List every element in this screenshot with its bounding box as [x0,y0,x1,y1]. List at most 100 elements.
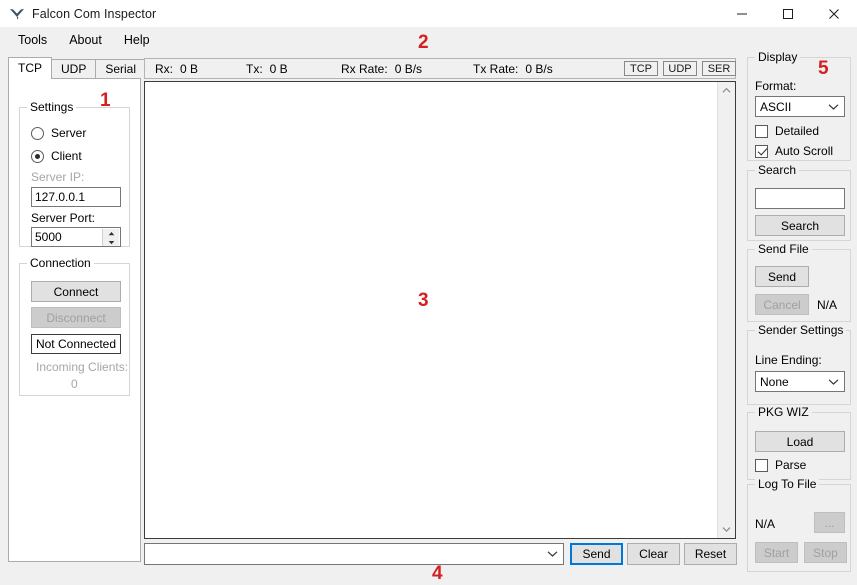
parse-checkbox[interactable]: Parse [755,458,806,472]
line-ending-label: Line Ending: [755,353,822,367]
window-title: Falcon Com Inspector [32,6,157,21]
maximize-button[interactable] [765,0,811,27]
line-ending-select[interactable]: None [755,371,845,392]
scroll-down-icon[interactable] [718,521,735,538]
format-select-value: ASCII [760,99,792,114]
connect-button[interactable]: Connect [31,281,121,302]
protocol-indicator-tcp: TCP [624,61,658,76]
log-file-path: N/A [755,517,776,531]
parse-checkbox-indicator [755,458,768,472]
radio-server-indicator [31,126,44,140]
server-port-input[interactable]: 5000 [31,227,121,247]
menu-item-tools[interactable]: Tools [8,30,57,50]
connection-legend: Connection [27,256,94,270]
chevron-down-icon[interactable] [547,544,558,564]
pkg-wiz-load-button[interactable]: Load [755,431,845,452]
detailed-checkbox-indicator [755,124,768,138]
incoming-clients-label: Incoming Clients: [36,360,129,374]
log-stop-button: Stop [804,542,847,563]
line-ending-value: None [760,374,789,389]
title-bar: Falcon Com Inspector [0,0,857,27]
traffic-status-bar: Rx: 0 B Tx: 0 B Rx Rate: 0 B/s Tx Rate: … [144,58,736,79]
send-file-status: N/A [817,298,838,312]
stepper-down-icon[interactable] [103,238,119,246]
tx-label: Tx: [246,61,263,76]
tx-rate-value: 0 B/s [525,61,553,76]
log-to-file-legend: Log To File [755,477,820,491]
sender-settings-legend: Sender Settings [755,323,847,337]
tab-page-tcp: Settings Server Client Server IP: 127.0.… [8,78,141,562]
console-output-area[interactable] [144,81,736,539]
settings-group: Settings Server Client Server IP: 127.0.… [19,100,130,247]
protocol-indicator-udp: UDP [663,61,697,76]
disconnect-button: Disconnect [31,307,121,328]
tx-value: 0 B [269,61,288,76]
radio-client-indicator [31,149,44,163]
send-file-group: Send File Send Cancel N/A [747,242,851,322]
tab-serial[interactable]: Serial [95,59,147,79]
rx-rate: Rx Rate: 0 B/s [341,59,422,78]
stepper-up-icon[interactable] [103,229,119,238]
search-group: Search Search [747,163,851,241]
parse-label: Parse [775,458,807,472]
display-legend: Display [755,50,801,64]
format-select[interactable]: ASCII [755,96,845,117]
search-button[interactable]: Search [755,215,845,236]
server-port-stepper[interactable] [102,229,119,246]
server-port-label: Server Port: [31,211,96,225]
connection-group: Connection Connect Disconnect Not Connec… [19,256,130,396]
server-port-value: 5000 [35,230,62,244]
format-label: Format: [755,79,797,93]
radio-server-label: Server [51,126,87,140]
left-panel: TCP UDP Serial Settings Server Client Se… [8,57,147,562]
tx-rate: Tx Rate: 0 B/s [473,59,553,78]
send-button[interactable]: Send [570,543,623,565]
radio-server[interactable]: Server [31,126,86,140]
menu-item-help[interactable]: Help [114,30,160,50]
cancel-send-file-button: Cancel [755,294,809,315]
tab-tcp[interactable]: TCP [8,57,52,79]
auto-scroll-checkbox[interactable]: Auto Scroll [755,144,833,158]
display-group: Display Format: ASCII Detailed Auto Scro… [747,50,851,161]
console-vertical-scrollbar[interactable] [717,82,735,538]
browse-log-file-button[interactable]: ... [814,512,845,533]
server-ip-input[interactable]: 127.0.0.1 [31,187,121,207]
connection-status-badge: Not Connected [31,334,121,354]
send-file-legend: Send File [755,242,812,256]
falcon-logo-icon [6,3,28,25]
menu-item-about[interactable]: About [59,30,112,50]
sender-settings-group: Sender Settings Line Ending: None [747,323,851,405]
protocol-tabs: TCP UDP Serial [8,57,147,79]
chevron-down-icon[interactable] [828,97,839,116]
minimize-button[interactable] [719,0,765,27]
detailed-label: Detailed [775,124,820,138]
rx-label: Rx: [155,61,173,76]
radio-client[interactable]: Client [31,149,82,163]
server-ip-label: Server IP: [31,170,85,184]
protocol-indicator-ser: SER [702,61,736,76]
rx-value: 0 B [180,61,199,76]
search-input[interactable] [755,188,845,209]
settings-legend: Settings [27,100,77,114]
close-button[interactable] [811,0,857,27]
search-legend: Search [755,163,800,177]
scroll-up-icon[interactable] [718,82,735,99]
chevron-down-icon[interactable] [828,372,839,391]
application-window: Falcon Com Inspector Tools About Help TC… [0,0,857,585]
tab-udp[interactable]: UDP [51,59,97,79]
clear-button[interactable]: Clear [627,543,680,565]
pkg-wiz-group: PKG WIZ Load Parse [747,405,851,480]
window-controls [719,0,857,27]
detailed-checkbox[interactable]: Detailed [755,124,819,138]
log-to-file-group: Log To File N/A ... Start Stop [747,477,851,572]
auto-scroll-checkbox-indicator [755,144,768,158]
right-panel: Display Format: ASCII Detailed Auto Scro… [742,50,857,585]
log-start-button: Start [755,542,798,563]
send-input-combobox[interactable] [144,543,564,565]
send-file-button[interactable]: Send [755,266,809,287]
reset-button[interactable]: Reset [684,543,737,565]
tx-rate-label: Tx Rate: [473,61,519,76]
rx-rate-value: 0 B/s [394,61,423,76]
incoming-clients-value: 0 [71,377,78,391]
pkg-wiz-legend: PKG WIZ [755,405,812,419]
